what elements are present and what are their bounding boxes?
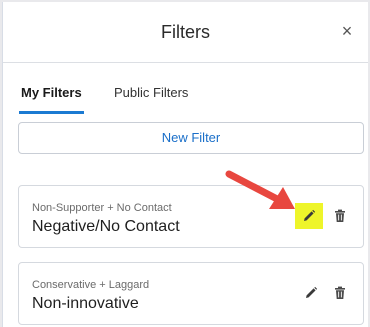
delete-filter-button[interactable] — [329, 282, 351, 304]
trash-icon — [335, 286, 345, 299]
filters-panel: Filters × My Filters Public Filters New … — [2, 2, 368, 327]
edit-filter-button[interactable] — [295, 203, 323, 229]
filter-criteria: Conservative + Laggard — [32, 279, 150, 291]
pencil-icon — [306, 286, 318, 298]
pencil-icon — [304, 209, 316, 221]
tab-my-filters[interactable]: My Filters — [19, 85, 84, 114]
tab-public-filters[interactable]: Public Filters — [114, 85, 188, 111]
trash-icon — [335, 209, 345, 222]
filter-card[interactable]: Conservative + Laggard Non-innovative — [18, 262, 364, 325]
delete-filter-button[interactable] — [329, 205, 351, 227]
filter-criteria: Non-Supporter + No Contact — [32, 202, 172, 214]
panel-title: Filters — [161, 22, 210, 42]
close-icon[interactable]: × — [338, 22, 356, 40]
filter-name: Non-innovative — [32, 295, 139, 312]
new-filter-button[interactable]: New Filter — [18, 122, 364, 154]
filter-tabs: My Filters Public Filters — [19, 85, 352, 114]
panel-header: Filters × — [3, 2, 368, 63]
edit-filter-button[interactable] — [300, 282, 322, 304]
filter-name: Negative/No Contact — [32, 218, 180, 235]
filter-card[interactable]: Non-Supporter + No Contact Negative/No C… — [18, 185, 364, 248]
